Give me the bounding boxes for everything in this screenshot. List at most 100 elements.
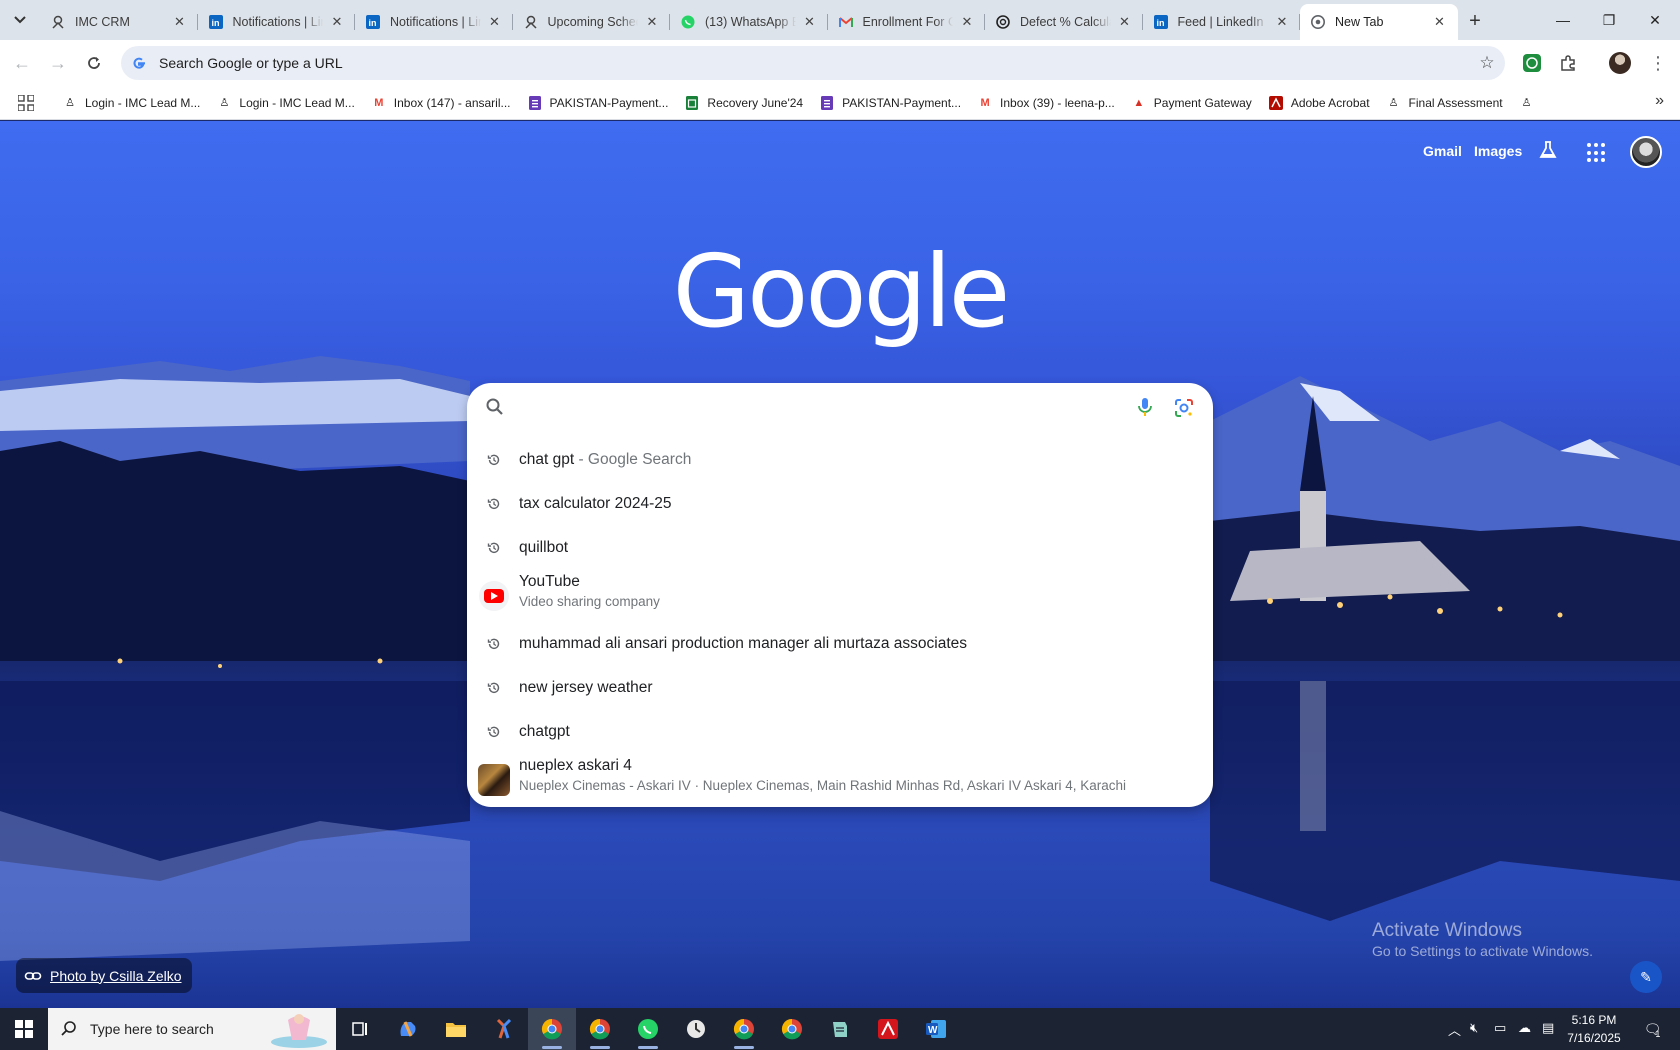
- back-button[interactable]: ←: [6, 47, 38, 79]
- close-tab-icon[interactable]: ✕: [644, 14, 660, 30]
- svg-text:in: in: [1156, 18, 1164, 28]
- bookmark-item[interactable]: ♙ Login - IMC Lead M...: [208, 89, 362, 117]
- battery-icon[interactable]: ▭: [1494, 1020, 1506, 1036]
- extension-whatsapp-button[interactable]: [1516, 47, 1548, 79]
- tab-whatsapp[interactable]: (13) WhatsApp Business ✕: [670, 4, 828, 40]
- close-tab-icon[interactable]: ✕: [802, 14, 818, 30]
- bookmark-item[interactable]: ♙ Final Assessment: [1378, 89, 1511, 117]
- copilot-app[interactable]: [384, 1008, 432, 1050]
- close-tab-icon[interactable]: ✕: [487, 14, 503, 30]
- bookmark-item[interactable]: M Inbox (147) - ansaril...: [363, 89, 519, 117]
- menu-button[interactable]: ⋮: [1642, 47, 1674, 79]
- bookmark-star-icon[interactable]: ☆: [1477, 53, 1497, 73]
- suggestion-item[interactable]: new jersey weather: [467, 666, 1213, 710]
- bookmark-label: Login - IMC Lead M...: [85, 95, 201, 110]
- clock-app[interactable]: [672, 1008, 720, 1050]
- clock-icon: [687, 1020, 705, 1038]
- images-link[interactable]: Images: [1474, 143, 1522, 159]
- imc-icon: ♙: [219, 97, 230, 109]
- task-view-button[interactable]: [336, 1008, 384, 1050]
- close-window-button[interactable]: ✕: [1632, 0, 1678, 40]
- imc-app[interactable]: [480, 1008, 528, 1050]
- bookmark-item-overflow[interactable]: ♙: [1511, 89, 1550, 117]
- labs-flask-icon[interactable]: [1538, 140, 1560, 162]
- onedrive-cloud-icon[interactable]: ☁: [1518, 1020, 1531, 1036]
- bookmark-item[interactable]: ♙ Login - IMC Lead M...: [54, 89, 208, 117]
- google-apps-icon[interactable]: [1587, 143, 1607, 163]
- apps-shortcut-button[interactable]: [14, 91, 38, 115]
- start-button[interactable]: [0, 1008, 48, 1050]
- close-tab-icon[interactable]: ✕: [329, 14, 345, 30]
- show-hidden-icons-chevron[interactable]: ︿: [1448, 1020, 1461, 1039]
- tab-imc-crm[interactable]: IMC CRM ✕: [40, 4, 198, 40]
- gmail-link[interactable]: Gmail: [1423, 143, 1462, 159]
- reload-button[interactable]: [78, 47, 110, 79]
- minimize-button[interactable]: —: [1540, 0, 1586, 40]
- bookmarks-overflow-chevron-icon[interactable]: »: [1655, 92, 1664, 110]
- suggestion-item[interactable]: chatgpt: [467, 710, 1213, 754]
- close-tab-icon[interactable]: ✕: [1117, 14, 1133, 30]
- tab-defect-calculator[interactable]: Defect % Calculator ✕: [985, 4, 1143, 40]
- tab-search-button[interactable]: [8, 8, 32, 32]
- notification-count: 1: [1655, 1029, 1661, 1039]
- network-icon[interactable]: ▤: [1542, 1020, 1554, 1036]
- notification-center-icon[interactable]: 🗨︎ 1: [1638, 1016, 1666, 1042]
- whatsapp-app[interactable]: [624, 1008, 672, 1050]
- close-tab-icon[interactable]: ✕: [959, 14, 975, 30]
- history-clock-icon: [483, 677, 505, 699]
- chrome-app-active[interactable]: [528, 1008, 576, 1050]
- profile-button[interactable]: [1604, 47, 1636, 79]
- suggestion-item[interactable]: muhammad ali ansari production manager a…: [467, 622, 1213, 666]
- suggestion-item[interactable]: quillbot: [467, 526, 1213, 570]
- bookmark-item[interactable]: Adobe Acrobat: [1260, 89, 1378, 117]
- system-clock[interactable]: 5:16 PM 7/16/2025: [1558, 1011, 1630, 1047]
- folder-icon: [446, 1023, 466, 1037]
- suggestion-text: tax calculator 2024-25: [519, 495, 672, 512]
- suggestion-item[interactable]: tax calculator 2024-25: [467, 482, 1213, 526]
- suggestion-text: quillbot: [519, 539, 569, 556]
- customize-pencil-icon[interactable]: ✎: [1630, 961, 1662, 993]
- acrobat-icon: [1268, 95, 1284, 111]
- restore-button[interactable]: ❐: [1586, 0, 1632, 40]
- suggestion-text: chat gpt - Google Search: [519, 451, 692, 468]
- bookmark-item[interactable]: ▲ Payment Gateway: [1123, 89, 1260, 117]
- tab-linkedin-notifications-2[interactable]: in Notifications | LinkedIn ✕: [355, 4, 513, 40]
- chrome-app-profile-2[interactable]: [576, 1008, 624, 1050]
- bookmark-label: PAKISTAN-Payment...: [842, 95, 962, 110]
- tab-upcoming-schedule[interactable]: Upcoming Schedule ✕: [513, 4, 671, 40]
- tab-linkedin-feed[interactable]: in Feed | LinkedIn ✕: [1143, 4, 1301, 40]
- taskbar-search-box[interactable]: Type here to search: [48, 1008, 336, 1050]
- microphone-icon[interactable]: [1135, 397, 1155, 417]
- suggestion-item[interactable]: chat gpt - Google Search: [467, 438, 1213, 482]
- tab-new-tab[interactable]: New Tab ✕: [1300, 4, 1458, 40]
- extensions-button[interactable]: [1552, 47, 1584, 79]
- suggestion-item-youtube[interactable]: YouTube Video sharing company: [467, 570, 1213, 622]
- file-explorer-app[interactable]: [432, 1008, 480, 1050]
- chrome-app-profile-4[interactable]: [768, 1008, 816, 1050]
- chrome-app-profile-3[interactable]: [720, 1008, 768, 1050]
- forward-button[interactable]: →: [42, 47, 74, 79]
- acrobat-app[interactable]: [864, 1008, 912, 1050]
- close-tab-icon[interactable]: ✕: [1274, 14, 1290, 30]
- volume-muted-icon[interactable]: 🔇︎: [1470, 1020, 1478, 1036]
- tab-linkedin-notifications[interactable]: in Notifications | LinkedIn ✕: [198, 4, 356, 40]
- kebab-menu-icon: ⋮: [1649, 53, 1667, 73]
- imc-icon: ♙: [65, 97, 75, 109]
- google-lens-icon[interactable]: [1173, 397, 1195, 419]
- photo-credit-link[interactable]: Photo by Csilla Zelko: [16, 958, 192, 993]
- bookmark-item[interactable]: Recovery June'24: [676, 89, 811, 117]
- bookmark-item[interactable]: PAKISTAN-Payment...: [811, 89, 969, 117]
- close-tab-icon[interactable]: ✕: [1432, 14, 1448, 30]
- notepad-app[interactable]: [816, 1008, 864, 1050]
- account-avatar[interactable]: [1630, 136, 1662, 168]
- search-input[interactable]: [467, 383, 1213, 431]
- close-tab-icon[interactable]: ✕: [172, 14, 188, 30]
- address-bar[interactable]: Search Google or type a URL ☆: [121, 46, 1505, 80]
- bookmark-item[interactable]: M Inbox (39) - leena-p...: [969, 89, 1123, 117]
- word-app[interactable]: W: [912, 1008, 960, 1050]
- suggestion-item-nueplex[interactable]: nueplex askari 4 Nueplex Cinemas - Askar…: [467, 754, 1213, 806]
- tab-enrollment[interactable]: Enrollment For Courses ✕: [828, 4, 986, 40]
- taskbar-search-placeholder: Type here to search: [90, 1021, 214, 1037]
- bookmark-item[interactable]: PAKISTAN-Payment...: [519, 89, 677, 117]
- new-tab-button[interactable]: +: [1462, 8, 1488, 34]
